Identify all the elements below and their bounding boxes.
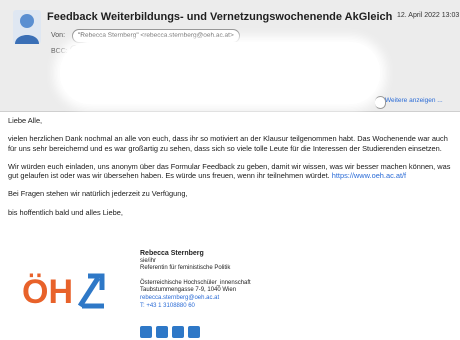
signature-role: Referentin für feministische Politik [140,265,231,272]
oeh-logo-text: ÖH [22,273,73,310]
greeting: Liebe Alle, [8,116,43,125]
social-links [140,326,200,338]
message-header: Feedback Weiterbildungs- und Vernetzungs… [0,0,460,112]
message-date: 12. April 2022 13:03 [397,12,460,19]
closing: bis hoffentlich bald und alles Liebe, [8,207,123,217]
sender-address-pill[interactable]: "Rebecca Sternberg" <rebecca.sternberg@o… [72,29,240,43]
signature-phone[interactable]: T: +43 1 3108880 60 [140,303,340,311]
signature-email[interactable]: rebecca.sternberg@oeh.ac.at [140,295,340,303]
web-icon[interactable] [140,326,152,338]
paragraph-feedback: Wir würden euch einladen, uns anonym übe… [8,162,456,181]
oeh-logo: ÖH [22,273,105,310]
contact-avatar-icon [13,10,41,44]
signature-pronouns: sie/ihr [140,257,157,264]
twitter-icon[interactable] [188,326,200,338]
redacted-recipients [60,42,380,104]
redacted-text [240,216,320,230]
signature-address: Taubstummengasse 7-9, 1040 Wien [140,287,237,294]
paragraph-thanks: vielen herzlichen Dank nochmal an alle v… [8,134,448,153]
facebook-icon[interactable] [156,326,168,338]
from-label: Von: [51,32,66,39]
signature-block: Rebecca Sternberg sie/ihr Referentin für… [140,250,340,310]
signature-org: Österreichische Hochschüler_innenschaft [140,279,251,286]
paragraph-questions: Bei Fragen stehen wir natürlich jederzei… [8,189,188,199]
instagram-icon[interactable] [172,326,184,338]
signature-name: Rebecca Sternberg [140,250,204,257]
feedback-form-link[interactable]: https://www.oeh.ac.at/f [332,171,406,180]
message-body: Liebe Alle, vielen herzlichen Dank nochm… [8,116,456,226]
message-subject: Feedback Weiterbildungs- und Vernetzungs… [47,11,393,23]
show-more-link[interactable]: Weitere anzeigen ... [385,97,443,104]
